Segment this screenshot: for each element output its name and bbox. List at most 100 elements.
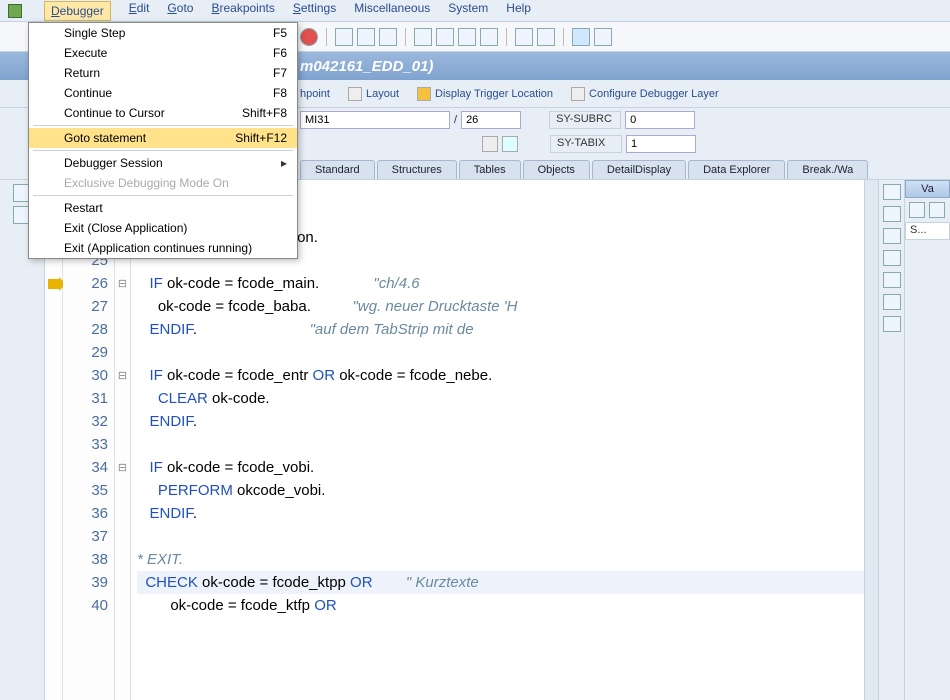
current-line-pointer-icon [48,279,60,289]
menu-debugger[interactable]: Debugger [44,1,111,21]
fold-toggle[interactable]: ⊟ [115,272,130,295]
tool-button[interactable] [883,250,901,266]
sy-tabix-label: SY-TABIX [550,135,622,153]
code-line[interactable] [137,433,864,456]
fold-toggle [115,548,130,571]
editor-tool-strip [878,180,904,700]
tab-tables[interactable]: Tables [459,160,521,179]
menu-item-exit-close-application-[interactable]: Exit (Close Application) [29,218,297,238]
menu-item-exclusive-debugging-mode-on: Exclusive Debugging Mode On [29,173,297,193]
layout-button[interactable]: Layout [348,87,399,101]
tab-break-wa[interactable]: Break./Wa [787,160,868,179]
variables-panel: Va S... [904,180,950,700]
tool-button[interactable] [883,228,901,244]
sy-subrc-value[interactable] [625,111,695,129]
debugger-dropdown: Single StepF5ExecuteF6ReturnF7ContinueF8… [28,22,298,259]
code-line[interactable]: IF ok-code = fcode_main. "ch/4.6 [137,272,864,295]
tab-standard[interactable]: Standard [300,160,375,179]
code-line[interactable]: CLEAR ok-code. [137,387,864,410]
menu-bar: Debugger Edit Goto Breakpoints Settings Misce… [0,0,950,22]
toolbar-button[interactable] [414,28,432,46]
tab-data-explorer[interactable]: Data Explorer [688,160,785,179]
find-next-icon[interactable] [379,28,397,46]
fold-toggle [115,594,130,617]
display-trigger-button[interactable]: Display Trigger Location [417,87,553,101]
sep-slash: / [454,114,457,126]
fold-toggle [115,525,130,548]
watchpoint-button[interactable]: hpoint [300,88,330,100]
fold-toggle [115,479,130,502]
code-line[interactable]: ENDIF. "auf dem TabStrip mit de [137,318,864,341]
code-line[interactable]: IF ok-code = fcode_vobi. [137,456,864,479]
code-line[interactable]: * EXIT. [137,548,864,571]
menu-help[interactable]: Help [506,1,531,21]
tool-button[interactable] [883,294,901,310]
toolbar-button[interactable] [458,28,476,46]
find-icon[interactable] [357,28,375,46]
toolbar-button[interactable] [537,28,555,46]
fold-toggle [115,295,130,318]
menu-miscellaneous[interactable]: Miscellaneous [354,1,430,21]
code-line[interactable]: ENDIF. [137,502,864,525]
trigger-icon [417,87,431,101]
fold-toggle [115,571,130,594]
toolbar-button[interactable] [594,28,612,46]
fold-toggle [115,341,130,364]
title-text: m042161_EDD_01) [300,58,433,75]
layout-icon [348,87,362,101]
fold-toggle [115,318,130,341]
panel-button[interactable] [929,202,945,218]
menu-item-continue[interactable]: ContinueF8 [29,83,297,103]
menu-item-restart[interactable]: Restart [29,198,297,218]
tool-button[interactable] [883,184,901,200]
help-icon[interactable] [572,28,590,46]
line-input[interactable] [461,111,521,129]
tab-structures[interactable]: Structures [377,160,457,179]
menu-breakpoints[interactable]: Breakpoints [211,1,274,21]
code-line[interactable]: PERFORM okcode_vobi. [137,479,864,502]
tab-objects[interactable]: Objects [523,160,590,179]
info-icon[interactable] [502,136,518,152]
app-menu-icon[interactable] [8,4,22,18]
menu-item-execute[interactable]: ExecuteF6 [29,43,297,63]
code-line[interactable]: ok-code = fcode_ktfp OR [137,594,864,617]
menu-item-goto-statement[interactable]: Goto statementShift+F12 [29,128,297,148]
sy-tabix-value[interactable] [626,135,696,153]
toolbar-button[interactable] [335,28,353,46]
configure-layer-button[interactable]: Configure Debugger Layer [571,87,719,101]
toolbar-button[interactable] [480,28,498,46]
code-line[interactable] [137,525,864,548]
fold-toggle [115,433,130,456]
menu-item-single-step[interactable]: Single StepF5 [29,23,297,43]
tool-button[interactable] [883,316,901,332]
program-input[interactable] [300,111,450,129]
code-line[interactable]: ENDIF. [137,410,864,433]
panel-button[interactable] [909,202,925,218]
variables-cell[interactable]: S... [905,222,950,240]
fold-toggle[interactable]: ⊟ [115,364,130,387]
menu-item-return[interactable]: ReturnF7 [29,63,297,83]
menu-item-debugger-session[interactable]: Debugger Session▸ [29,153,297,173]
menu-item-exit-application-continues-running-[interactable]: Exit (Application continues running) [29,238,297,258]
stop-icon[interactable] [300,28,318,46]
code-line[interactable] [137,341,864,364]
tool-button[interactable] [883,272,901,288]
toolbar-button[interactable] [436,28,454,46]
code-line[interactable]: ok-code = fcode_baba. "wg. neuer Druckta… [137,295,864,318]
menu-edit[interactable]: Edit [129,1,150,21]
menu-goto[interactable]: Goto [167,1,193,21]
fold-toggle [115,410,130,433]
toolbar-button[interactable] [515,28,533,46]
variables-panel-header: Va [905,180,950,198]
tab-detaildisplay[interactable]: DetailDisplay [592,160,686,179]
tool-button[interactable] [883,206,901,222]
fold-toggle [115,502,130,525]
menu-system[interactable]: System [448,1,488,21]
menu-item-continue-to-cursor[interactable]: Continue to CursorShift+F8 [29,103,297,123]
menu-settings[interactable]: Settings [293,1,336,21]
code-line[interactable]: CHECK ok-code = fcode_ktpp OR " Kurztext… [137,571,864,594]
fold-toggle[interactable]: ⊟ [115,456,130,479]
code-line[interactable]: IF ok-code = fcode_entr OR ok-code = fco… [137,364,864,387]
vertical-scrollbar[interactable] [864,180,878,700]
nav-icon[interactable] [482,136,498,152]
